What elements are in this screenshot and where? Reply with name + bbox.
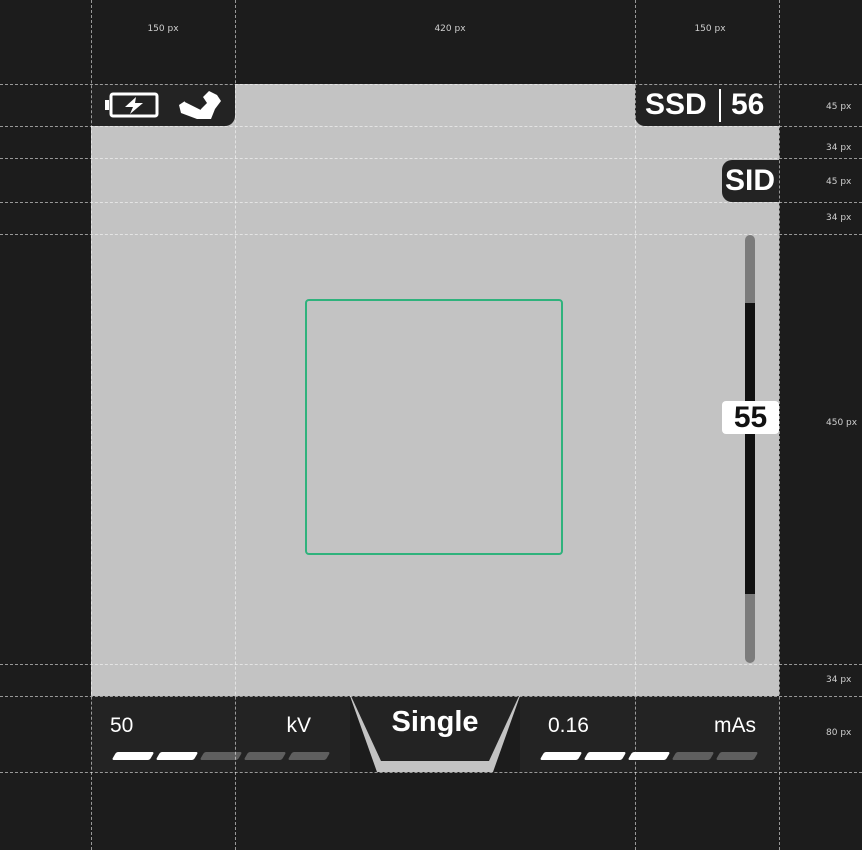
kv-level-segment bbox=[111, 752, 155, 760]
kv-level-segment bbox=[243, 752, 287, 760]
ssd-readout: SSD 56 bbox=[635, 84, 779, 126]
kv-unit: kV bbox=[286, 714, 311, 737]
dimension-label: 80 px bbox=[826, 728, 852, 738]
dimension-label: 45 px bbox=[826, 177, 852, 187]
guide-line bbox=[0, 772, 862, 773]
mas-value: 0.16 bbox=[548, 714, 589, 737]
mas-level-segment bbox=[627, 752, 671, 760]
mas-level-segment bbox=[671, 752, 715, 760]
dimension-label: 34 px bbox=[826, 675, 852, 685]
status-tab bbox=[91, 84, 235, 126]
collimator-frame[interactable] bbox=[305, 299, 563, 555]
mode-label: Single bbox=[391, 706, 479, 738]
dimension-label: 34 px bbox=[826, 143, 852, 153]
sid-slider-range[interactable] bbox=[745, 303, 755, 594]
sid-slider-value[interactable]: 55 bbox=[722, 401, 779, 434]
dimension-label: 420 px bbox=[434, 24, 466, 34]
kv-level-segment bbox=[287, 752, 331, 760]
mas-panel[interactable]: 0.16 mAs bbox=[520, 696, 779, 772]
ssd-label: SSD bbox=[645, 88, 707, 121]
mode-button[interactable]: Single bbox=[348, 696, 522, 761]
ssd-divider bbox=[719, 89, 721, 122]
kv-level-segment bbox=[155, 752, 199, 760]
mas-level-segment bbox=[539, 752, 583, 760]
mas-level-segment bbox=[583, 752, 627, 760]
guide-line bbox=[779, 0, 780, 850]
kv-value: 50 bbox=[110, 714, 134, 737]
mas-level-segment bbox=[715, 752, 759, 760]
hand-switch-icon bbox=[179, 91, 221, 119]
sid-label: SID bbox=[725, 164, 776, 197]
sid-button[interactable]: SID bbox=[722, 160, 779, 202]
dimension-label: 150 px bbox=[694, 24, 726, 34]
dimension-label: 34 px bbox=[826, 213, 852, 223]
mas-unit: mAs bbox=[714, 714, 756, 737]
dimension-label: 150 px bbox=[147, 24, 179, 34]
ssd-value: 56 bbox=[731, 88, 765, 121]
kv-panel[interactable]: 50 kV bbox=[91, 696, 350, 772]
dimension-label: 450 px bbox=[826, 418, 858, 428]
kv-level-segment bbox=[199, 752, 243, 760]
battery-charging-icon bbox=[105, 92, 159, 118]
sid-slider-track[interactable] bbox=[745, 235, 755, 663]
dimension-label: 45 px bbox=[826, 102, 852, 112]
